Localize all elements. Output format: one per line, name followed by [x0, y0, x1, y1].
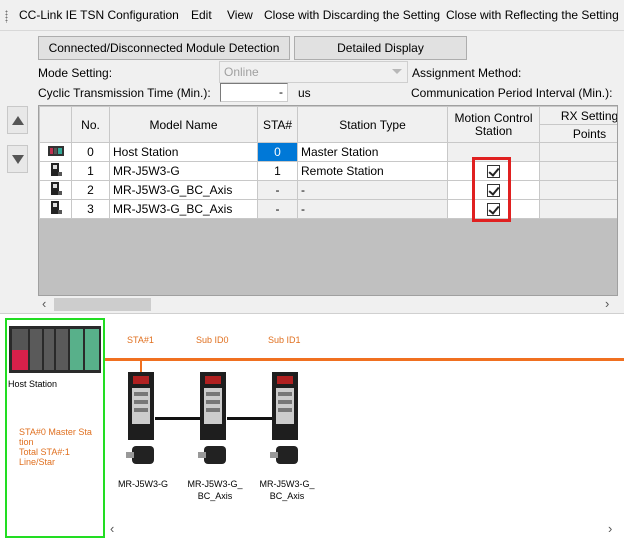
table-row[interactable]: 0 Host Station 0 Master Station — [39, 142, 617, 162]
assignment-method-label: Assignment Method: — [412, 66, 522, 80]
plc-icon — [39, 142, 72, 162]
comm-period-label: Communication Period Interval (Min.): — [411, 86, 613, 100]
row-rx-points — [539, 142, 617, 162]
table-row[interactable]: 2 MR-J5W3-G_BC_Axis - - — [39, 180, 617, 200]
header-model: Model Name — [109, 106, 258, 143]
host-info-line: Line/Star — [19, 457, 56, 467]
table-horizontal-scrollbar[interactable]: ‹ › — [38, 296, 618, 313]
arrow-up-icon — [12, 116, 24, 125]
servo-model-label: MR-J5W3-G_ BC_Axis — [182, 478, 248, 502]
row-station-type: - — [297, 180, 448, 200]
servo-amp-icon[interactable] — [198, 372, 232, 472]
menu-title[interactable]: CC-Link IE TSN Configuration — [19, 8, 179, 22]
servo-model-label: MR-J5W3-G_ BC_Axis — [254, 478, 320, 502]
servo-label-line: MR-J5W3-G — [118, 479, 168, 489]
network-diagram: Host Station STA#0 Master Sta tion Total… — [0, 313, 624, 540]
row-station-type[interactable]: Master Station — [297, 142, 448, 162]
mode-setting-value: Online — [224, 65, 259, 79]
row-rx-points — [539, 161, 617, 181]
menu-view[interactable]: View — [227, 8, 253, 22]
host-plc-icon[interactable] — [9, 326, 101, 373]
row-model: MR-J5W3-G — [109, 161, 258, 181]
cyclic-time-unit: us — [298, 86, 311, 100]
table-row[interactable]: 3 MR-J5W3-G_BC_Axis - - — [39, 199, 617, 219]
header-sta: STA# — [257, 106, 298, 143]
menu-bar: CC-Link IE TSN Configuration Edit View C… — [0, 0, 624, 31]
header-motion-line1: Motion Control — [454, 110, 533, 125]
scroll-right-icon[interactable]: › — [608, 521, 612, 536]
header-motion-control: Motion Control Station — [447, 106, 540, 143]
arrow-down-icon — [12, 155, 24, 164]
row-rx-points — [539, 180, 617, 200]
sta1-label: STA#1 — [127, 335, 154, 345]
host-info-line: Total STA#:1 — [19, 447, 70, 457]
detailed-display-button[interactable]: Detailed Display — [294, 36, 467, 60]
scroll-thumb[interactable] — [54, 298, 151, 311]
move-down-button[interactable] — [7, 145, 28, 173]
servo-row-icon — [39, 199, 72, 219]
servo-amp-icon[interactable] — [126, 372, 160, 472]
cyclic-time-label: Cyclic Transmission Time (Min.): — [38, 86, 211, 100]
station-table: No. Model Name STA# Station Type Motion … — [38, 105, 618, 296]
network-drop — [140, 361, 142, 372]
menu-close-reflect[interactable]: Close with Reflecting the Setting — [446, 8, 619, 22]
header-points: Points — [539, 124, 617, 143]
servo-row-icon — [39, 180, 72, 200]
row-model: MR-J5W3-G_BC_Axis — [109, 180, 258, 200]
header-station-type: Station Type — [297, 106, 448, 143]
row-sta: - — [257, 199, 298, 219]
servo-label-line: BC_Axis — [197, 491, 233, 501]
servo-label-line: BC_Axis — [269, 491, 305, 501]
subid0-label: Sub ID0 — [196, 335, 229, 345]
row-station-type: - — [297, 199, 448, 219]
network-line — [105, 358, 624, 361]
servo-label-line: MR-J5W3-G_ — [259, 479, 315, 489]
row-sta: - — [257, 180, 298, 200]
host-station-info: STA#0 Master Sta tion Total STA#:1 Line/… — [19, 427, 92, 467]
menu-close-discard[interactable]: Close with Discarding the Setting — [264, 8, 440, 22]
move-up-button[interactable] — [7, 106, 28, 134]
chevron-down-icon — [392, 69, 402, 74]
axis-link — [227, 417, 275, 420]
header-motion-line2: Station — [474, 123, 513, 138]
row-rx-points — [539, 199, 617, 219]
mode-setting-label: Mode Setting: — [38, 66, 113, 80]
servo-label-line: MR-J5W3-G_ — [187, 479, 243, 489]
cyclic-time-field: - — [220, 83, 288, 102]
table-row[interactable]: 1 MR-J5W3-G 1 Remote Station — [39, 161, 617, 181]
row-no: 0 — [71, 142, 110, 162]
host-station-label: Host Station — [8, 379, 58, 389]
row-sta[interactable]: 1 — [257, 161, 298, 181]
header-icon-col — [39, 106, 72, 143]
row-no: 3 — [71, 199, 110, 219]
row-station-type[interactable]: Remote Station — [297, 161, 448, 181]
servo-amp-icon[interactable] — [270, 372, 304, 472]
menu-edit[interactable]: Edit — [191, 8, 212, 22]
scroll-left-icon[interactable]: ‹ — [42, 296, 46, 311]
servo-model-label: MR-J5W3-G — [110, 478, 176, 490]
diagram-horizontal-scrollbar[interactable]: ‹ › — [106, 521, 624, 538]
scroll-left-icon[interactable]: ‹ — [110, 521, 114, 536]
row-model: MR-J5W3-G_BC_Axis — [109, 199, 258, 219]
module-detection-button[interactable]: Connected/Disconnected Module Detection — [38, 36, 290, 60]
servo-row-icon — [39, 161, 72, 181]
row-model: Host Station — [109, 142, 258, 162]
row-no: 1 — [71, 161, 110, 181]
host-info-line: STA#0 Master Sta — [19, 427, 92, 437]
mode-setting-select[interactable]: Online — [219, 61, 408, 83]
row-sta[interactable]: 0 — [257, 142, 298, 162]
header-rx-setting: RX Setting — [539, 106, 617, 125]
scroll-right-icon[interactable]: › — [605, 296, 609, 311]
axis-link — [155, 417, 203, 420]
host-info-line: tion — [19, 437, 34, 447]
menu-grip-icon — [5, 10, 8, 23]
row-no: 2 — [71, 180, 110, 200]
motion-control-highlight — [472, 157, 511, 222]
subid1-label: Sub ID1 — [268, 335, 301, 345]
header-no: No. — [71, 106, 110, 143]
